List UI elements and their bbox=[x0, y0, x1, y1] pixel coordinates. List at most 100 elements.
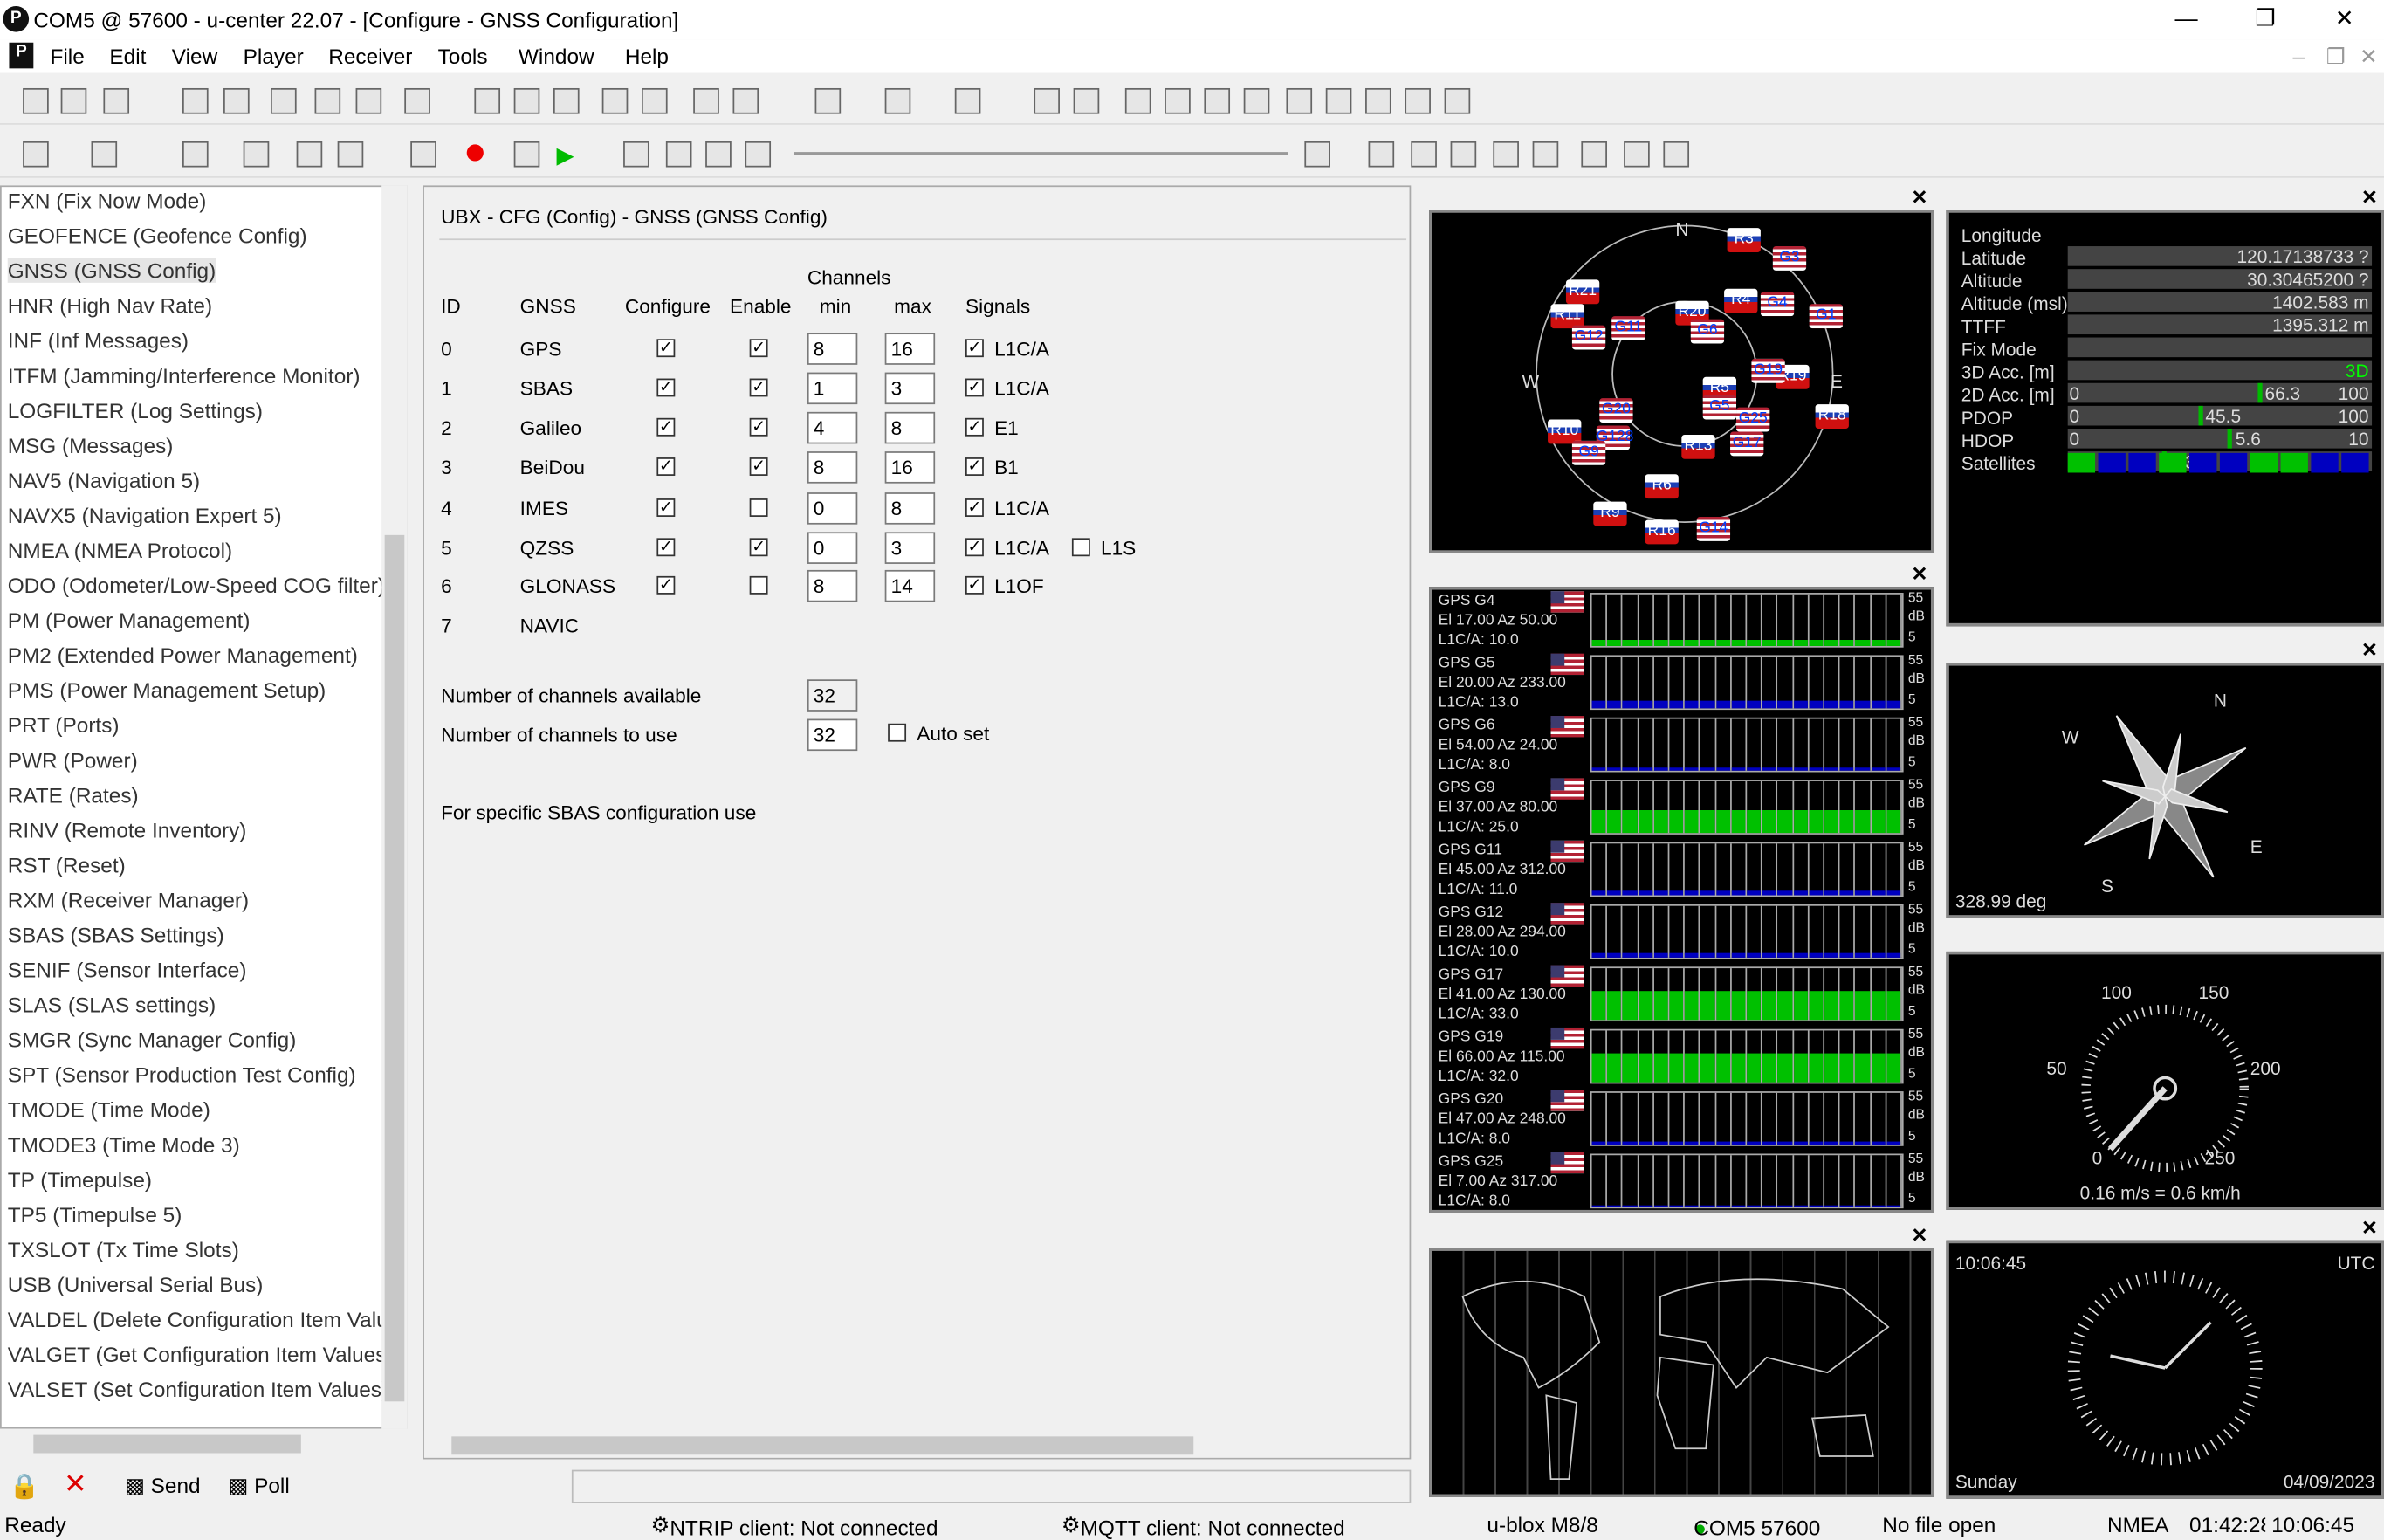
toolbar-button-icon[interactable] bbox=[665, 141, 692, 168]
toolbar-button-icon[interactable] bbox=[296, 141, 323, 168]
delete-icon[interactable]: ✕ bbox=[64, 1468, 86, 1501]
max-channels-field[interactable]: 14 bbox=[884, 569, 936, 602]
maximize-button[interactable]: ❐ bbox=[2235, 3, 2296, 36]
list-item[interactable]: TXSLOT (Tx Time Slots) bbox=[8, 1237, 239, 1262]
list-item[interactable]: SLAS (SLAS settings) bbox=[8, 993, 216, 1017]
satellite-marker[interactable]: G25 bbox=[1736, 407, 1770, 432]
toolbar-button-icon[interactable] bbox=[1034, 87, 1060, 114]
toolbar-button-icon[interactable] bbox=[103, 87, 130, 114]
config-message-list[interactable]: FXN (Fix Now Mode) GEOFENCE (Geofence Con… bbox=[0, 185, 408, 1429]
signal-checkbox[interactable]: ✓ bbox=[965, 339, 984, 358]
toolbar-button-icon[interactable] bbox=[745, 141, 772, 168]
satellite-marker[interactable]: R4 bbox=[1724, 288, 1758, 313]
signal-checkbox[interactable]: ✓ bbox=[965, 575, 984, 595]
toolbar-button-icon[interactable] bbox=[705, 141, 732, 168]
satellite-marker[interactable]: G4 bbox=[1760, 292, 1795, 317]
auto-set-checkbox[interactable] bbox=[888, 723, 907, 742]
list-item[interactable]: SBAS (SBAS Settings) bbox=[8, 923, 224, 947]
max-channels-field[interactable]: 8 bbox=[884, 492, 936, 525]
close-icon[interactable]: ✕ bbox=[1911, 1224, 1927, 1248]
toolbar-button-icon[interactable] bbox=[337, 141, 364, 168]
satellite-marker[interactable]: G5 bbox=[1702, 395, 1737, 420]
mdi-restore-button[interactable]: ❐ bbox=[2326, 44, 2346, 70]
enable-checkbox[interactable]: ✓ bbox=[749, 378, 768, 397]
close-icon[interactable]: ✕ bbox=[2361, 185, 2378, 210]
minimize-button[interactable]: — bbox=[2156, 3, 2217, 36]
max-channels-field[interactable]: 8 bbox=[884, 411, 936, 444]
satellite-marker[interactable]: R21 bbox=[1565, 279, 1600, 305]
close-icon[interactable]: ✕ bbox=[1911, 562, 1927, 587]
max-channels-field[interactable]: 16 bbox=[884, 333, 936, 365]
toolbar-button-icon[interactable] bbox=[404, 87, 430, 114]
toolbar-button-icon[interactable] bbox=[1444, 87, 1471, 114]
toolbar-button-icon[interactable] bbox=[884, 87, 911, 114]
list-item[interactable]: INF (Inf Messages) bbox=[8, 328, 189, 353]
menu-view[interactable]: View bbox=[172, 44, 217, 68]
satellite-marker[interactable]: G19 bbox=[1751, 358, 1785, 383]
satellite-marker[interactable]: G9 bbox=[1571, 440, 1606, 465]
list-item[interactable]: SMGR (Sync Manager Config) bbox=[8, 1028, 297, 1052]
satellite-marker[interactable]: R3 bbox=[1727, 228, 1761, 253]
list-item[interactable]: PM (Power Management) bbox=[8, 608, 251, 632]
close-button[interactable]: ✕ bbox=[2314, 3, 2375, 36]
max-channels-field[interactable]: 3 bbox=[884, 372, 936, 405]
close-icon[interactable]: ✕ bbox=[1911, 185, 1927, 210]
menu-player[interactable]: Player bbox=[244, 44, 304, 68]
configure-checkbox[interactable]: ✓ bbox=[656, 538, 676, 557]
toolbar-button-icon[interactable] bbox=[1663, 141, 1690, 168]
toolbar-button-icon[interactable] bbox=[553, 87, 580, 114]
mdi-close-button[interactable]: ✕ bbox=[2360, 44, 2377, 70]
min-channels-field[interactable]: 0 bbox=[807, 532, 858, 564]
list-item[interactable]: GNSS (GNSS Config) bbox=[7, 258, 216, 283]
signal-checkbox[interactable] bbox=[1071, 538, 1090, 557]
list-item[interactable]: PWR (Power) bbox=[8, 748, 138, 773]
toolbar-button-icon[interactable] bbox=[182, 141, 209, 168]
play-icon[interactable]: ▶ bbox=[556, 141, 574, 169]
list-item[interactable]: PRT (Ports) bbox=[8, 713, 120, 738]
list-item[interactable]: GEOFENCE (Geofence Config) bbox=[8, 223, 307, 248]
enable-checkbox[interactable] bbox=[749, 498, 768, 517]
toolbar-button-icon[interactable] bbox=[23, 87, 49, 114]
satellite-marker[interactable]: G12 bbox=[1571, 325, 1606, 350]
list-item[interactable]: NMEA (NMEA Protocol) bbox=[8, 538, 232, 562]
toolbar-button-icon[interactable] bbox=[355, 87, 382, 114]
ntrip-status[interactable]: ⚙ NTRIP client: Not connected bbox=[650, 1512, 938, 1539]
toolbar-button-icon[interactable] bbox=[1204, 87, 1231, 114]
toolbar-button-icon[interactable] bbox=[601, 87, 629, 114]
toolbar-button-icon[interactable] bbox=[1581, 141, 1607, 168]
configure-checkbox[interactable]: ✓ bbox=[656, 378, 676, 397]
satellite-marker[interactable]: G1 bbox=[1809, 304, 1843, 329]
toolbar-button-icon[interactable] bbox=[314, 87, 341, 114]
toolbar-button-icon[interactable] bbox=[1411, 141, 1437, 168]
toolbar-button-icon[interactable] bbox=[1165, 87, 1191, 114]
list-item[interactable]: VALGET (Get Configuration Item Values) bbox=[8, 1342, 394, 1366]
close-icon[interactable]: ✕ bbox=[2361, 638, 2378, 663]
configure-checkbox[interactable]: ✓ bbox=[656, 498, 676, 517]
toolbar-button-icon[interactable] bbox=[513, 87, 540, 114]
list-item[interactable]: VALDEL (Delete Configuration Item Values… bbox=[8, 1307, 406, 1331]
toolbar-button-icon[interactable] bbox=[1450, 141, 1477, 168]
min-channels-field[interactable]: 8 bbox=[807, 451, 858, 484]
list-item[interactable]: TP5 (Timepulse 5) bbox=[8, 1202, 182, 1227]
min-channels-field[interactable]: 0 bbox=[807, 492, 858, 525]
toolbar-button-icon[interactable] bbox=[623, 141, 649, 168]
toolbar-button-icon[interactable] bbox=[1073, 87, 1100, 114]
toolbar-button-icon[interactable] bbox=[1304, 141, 1330, 168]
menu-window[interactable]: Window bbox=[519, 44, 594, 68]
toolbar-button-icon[interactable] bbox=[1243, 87, 1270, 114]
max-channels-field[interactable]: 3 bbox=[884, 532, 936, 564]
configure-checkbox[interactable]: ✓ bbox=[656, 417, 676, 437]
satellite-marker[interactable]: G6 bbox=[1690, 319, 1725, 344]
min-channels-field[interactable]: 4 bbox=[807, 411, 858, 444]
signal-checkbox[interactable]: ✓ bbox=[965, 498, 984, 517]
toolbar-button-icon[interactable] bbox=[1405, 87, 1431, 114]
list-item[interactable]: RINV (Remote Inventory) bbox=[8, 818, 247, 842]
lock-icon[interactable]: 🔒 bbox=[9, 1471, 39, 1502]
list-vertical-scrollbar[interactable] bbox=[381, 185, 408, 1429]
toolbar-button-icon[interactable] bbox=[1532, 141, 1559, 168]
toolbar-button-icon[interactable] bbox=[693, 87, 719, 114]
toolbar-button-icon[interactable] bbox=[1365, 87, 1391, 114]
toolbar-button-icon[interactable] bbox=[641, 87, 668, 114]
satellite-marker[interactable]: R16 bbox=[1645, 519, 1679, 545]
list-item[interactable]: RST (Reset) bbox=[8, 853, 126, 877]
